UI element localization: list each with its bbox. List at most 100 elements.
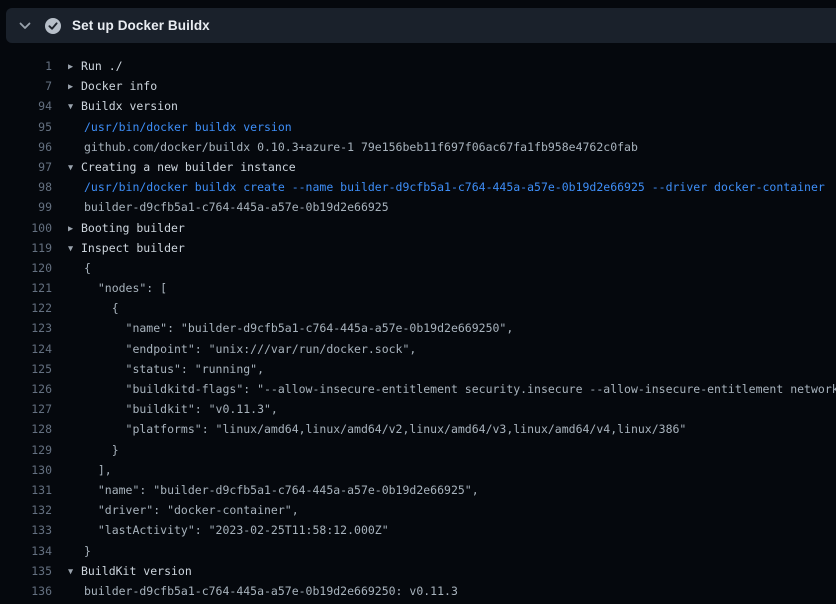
triangle-down-icon[interactable]: ▼ (68, 239, 81, 259)
output-text: "buildkitd-flags": "--allow-insecure-ent… (84, 379, 836, 399)
log-line-row: 134} (0, 541, 836, 561)
output-text: "lastActivity": "2023-02-25T11:58:12.000… (84, 520, 389, 540)
output-text: "name": "builder-d9cfb5a1-c764-445a-a57e… (84, 318, 513, 338)
line-number-link[interactable]: 128 (0, 419, 52, 439)
output-text: } (84, 541, 91, 561)
triangle-down-icon[interactable]: ▼ (68, 158, 81, 178)
line-number-link[interactable]: 94 (0, 96, 52, 116)
log-group-row[interactable]: 7 ▶Docker info (0, 76, 836, 96)
command-text: /usr/bin/docker buildx version (84, 117, 292, 137)
log-line-row: 122 { (0, 298, 836, 318)
log-line-row: 131 "name": "builder-d9cfb5a1-c764-445a-… (0, 480, 836, 500)
output-text: builder-d9cfb5a1-c764-445a-a57e-0b19d2e6… (84, 581, 458, 601)
log-line-row: 132 "driver": "docker-container", (0, 500, 836, 520)
line-number-link[interactable]: 96 (0, 137, 52, 157)
group-toggle[interactable]: ▶Run ./ (68, 56, 123, 77)
line-number-link[interactable]: 131 (0, 480, 52, 500)
log-group-row[interactable]: 94 ▼Buildx version (0, 96, 836, 116)
log-line-row: 98/usr/bin/docker buildx create --name b… (0, 177, 836, 197)
log-line-row: 95/usr/bin/docker buildx version (0, 117, 836, 137)
triangle-right-icon[interactable]: ▶ (68, 57, 81, 77)
output-text: "buildkit": "v0.11.3", (84, 399, 278, 419)
line-number-link[interactable]: 125 (0, 359, 52, 379)
line-number-link[interactable]: 136 (0, 581, 52, 601)
log-line-row: 124 "endpoint": "unix:///var/run/docker.… (0, 339, 836, 359)
line-number-link[interactable]: 122 (0, 298, 52, 318)
log-line-row: 126 "buildkitd-flags": "--allow-insecure… (0, 379, 836, 399)
line-number-link[interactable]: 98 (0, 177, 52, 197)
line-number-link[interactable]: 120 (0, 258, 52, 278)
output-text: { (84, 298, 119, 318)
line-number-link[interactable]: 132 (0, 500, 52, 520)
group-toggle[interactable]: ▶Booting builder (68, 218, 185, 239)
log-line-row: 130 ], (0, 460, 836, 480)
log-line-row: 128 "platforms": "linux/amd64,linux/amd6… (0, 419, 836, 439)
log-line-row: 133 "lastActivity": "2023-02-25T11:58:12… (0, 520, 836, 540)
step-title: Set up Docker Buildx (72, 18, 210, 33)
log-line-row: 99 builder-d9cfb5a1-c764-445a-a57e-0b19d2… (0, 197, 836, 217)
output-text: } (84, 440, 119, 460)
group-title: Inspect builder (81, 241, 185, 255)
log-group-row[interactable]: 119 ▼Inspect builder (0, 238, 836, 258)
log-line-row: 136 builder-d9cfb5a1-c764-445a-a57e-0b19d… (0, 581, 836, 601)
line-number-link[interactable]: 119 (0, 238, 52, 258)
line-number-link[interactable]: 121 (0, 278, 52, 298)
command-text: /usr/bin/docker buildx create --name bui… (84, 177, 825, 197)
step-header[interactable]: Set up Docker Buildx (6, 8, 836, 43)
output-text: builder-d9cfb5a1-c764-445a-a57e-0b19d2e6… (84, 197, 389, 217)
output-text: "endpoint": "unix:///var/run/docker.sock… (84, 339, 416, 359)
log-line-row: 125 "status": "running", (0, 359, 836, 379)
line-number-link[interactable]: 95 (0, 117, 52, 137)
log-line-row: 129 } (0, 440, 836, 460)
chevron-down-icon[interactable] (16, 17, 34, 35)
log-group-row[interactable]: 100 ▶Booting builder (0, 218, 836, 238)
group-toggle[interactable]: ▶Docker info (68, 76, 157, 97)
line-number-link[interactable]: 134 (0, 541, 52, 561)
line-number-link[interactable]: 129 (0, 440, 52, 460)
line-number-link[interactable]: 124 (0, 339, 52, 359)
log-line-row: 120 { (0, 258, 836, 278)
line-number-link[interactable]: 99 (0, 197, 52, 217)
log-group-row[interactable]: 97 ▼Creating a new builder instance (0, 157, 836, 177)
group-toggle[interactable]: ▼Inspect builder (68, 238, 185, 259)
line-number-link[interactable]: 130 (0, 460, 52, 480)
line-number-link[interactable]: 1 (0, 56, 52, 76)
line-number-link[interactable]: 126 (0, 379, 52, 399)
group-title: Buildx version (81, 99, 178, 113)
triangle-right-icon[interactable]: ▶ (68, 219, 81, 239)
group-title: Docker info (81, 79, 157, 93)
group-title: BuildKit version (81, 564, 192, 578)
output-text: "nodes": [ (84, 278, 167, 298)
line-number-link[interactable]: 133 (0, 520, 52, 540)
log-group-row[interactable]: 1 ▶Run ./ (0, 56, 836, 76)
group-toggle[interactable]: ▼Creating a new builder instance (68, 157, 296, 178)
line-number-link[interactable]: 135 (0, 561, 52, 581)
triangle-right-icon[interactable]: ▶ (68, 77, 81, 97)
group-toggle[interactable]: ▼BuildKit version (68, 561, 192, 582)
output-text: ], (84, 460, 112, 480)
line-number-link[interactable]: 97 (0, 157, 52, 177)
success-check-circle-icon (44, 17, 62, 35)
line-number-link[interactable]: 100 (0, 218, 52, 238)
output-text: "name": "builder-d9cfb5a1-c764-445a-a57e… (84, 480, 479, 500)
group-title: Creating a new builder instance (81, 160, 296, 174)
log-lines: 1▶Run ./7▶Docker info94▼Buildx version95… (0, 43, 836, 601)
line-number-link[interactable]: 127 (0, 399, 52, 419)
triangle-down-icon[interactable]: ▼ (68, 562, 81, 582)
group-toggle[interactable]: ▼Buildx version (68, 96, 178, 117)
group-title: Booting builder (81, 221, 185, 235)
log-group-row[interactable]: 135 ▼BuildKit version (0, 561, 836, 581)
line-number-link[interactable]: 7 (0, 76, 52, 96)
log-line-row: 121 "nodes": [ (0, 278, 836, 298)
triangle-down-icon[interactable]: ▼ (68, 97, 81, 117)
log-line-row: 123 "name": "builder-d9cfb5a1-c764-445a-… (0, 318, 836, 338)
output-text: "status": "running", (84, 359, 264, 379)
output-text: { (84, 258, 91, 278)
log-line-row: 127 "buildkit": "v0.11.3", (0, 399, 836, 419)
group-title: Run ./ (81, 59, 123, 73)
output-text: "platforms": "linux/amd64,linux/amd64/v2… (84, 419, 686, 439)
output-text: "driver": "docker-container", (84, 500, 299, 520)
log-line-row: 96 github.com/docker/buildx 0.10.3+azure-… (0, 137, 836, 157)
line-number-link[interactable]: 123 (0, 318, 52, 338)
output-text: github.com/docker/buildx 0.10.3+azure-1 … (84, 137, 638, 157)
